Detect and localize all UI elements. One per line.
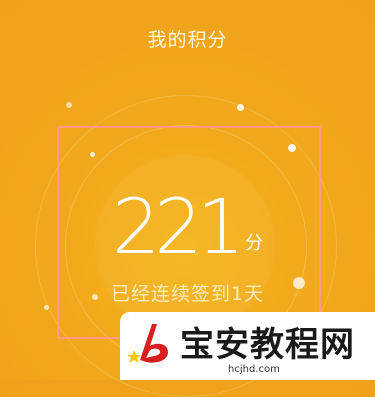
watermark-url: hcjhd.com [228,364,280,375]
points-display: 221 分 [0,182,375,271]
watermark-logo-icon [127,324,168,363]
points-unit: 分 [245,233,264,254]
page-title: 我的积分 [147,29,228,51]
sparkle-dot [237,104,244,111]
watermark: 宝安教程网 hcjhd.com [120,312,375,380]
points-value: 221 [111,182,245,271]
points-page: { "header": { "title": "我的积分" }, "points… [0,0,375,397]
checkin-streak-text: 已经连续签到1天 [110,283,265,305]
watermark-name: 宝安教程网 [180,325,355,365]
sparkle-dot [66,102,72,108]
